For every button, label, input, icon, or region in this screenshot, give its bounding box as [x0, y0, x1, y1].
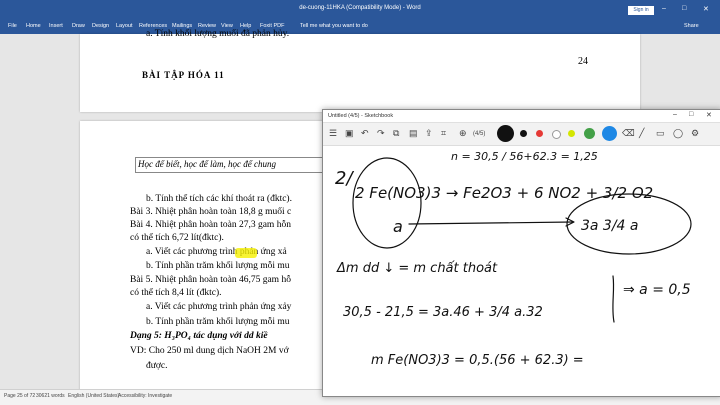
tell-me-search[interactable]: Tell me what you want to do — [300, 23, 368, 29]
ribbon-tabs: File Home Insert Draw Design Layout Refe… — [0, 21, 720, 34]
line-tool-icon[interactable]: ╱ — [639, 128, 644, 139]
copy-icon[interactable]: ⧉ — [393, 128, 399, 139]
menu-icon[interactable]: ☰ — [329, 128, 337, 139]
maximize-icon[interactable]: □ — [689, 111, 693, 118]
doc-line: Bài 5. Nhiệt phân hoàn toàn 46,75 gam hỗ — [130, 275, 291, 285]
banner-text: Học để biết, học để làm, học để chung — [138, 159, 276, 169]
doc-line: Bài 3. Nhiệt phân hoàn toàn 18,8 g muối … — [130, 207, 292, 217]
doc-line: có thể tích 6,72 lít(đktc). — [130, 233, 224, 243]
doc-heading: Dạng 5: H₃PO₄ tác dụng với dd kiề — [130, 331, 268, 341]
sign-in-button[interactable]: Sign in — [628, 6, 654, 15]
hw-arrow-line — [408, 221, 574, 225]
save-icon[interactable]: ▣ — [345, 128, 354, 139]
hw-brace — [612, 275, 615, 323]
doc-line: b. Tính phần trăm khối lượng mỗi mu — [146, 261, 290, 271]
tab-layout[interactable]: Layout — [116, 23, 133, 29]
sketchbook-toolbar: ☰ ▣ ↶ ↷ ⧉ ▤ ⇪ ⌗ ⊕ (4/5) ⌫ ╱ ▭ ◯ ⚙ — [323, 123, 720, 146]
color-yellow-swatch[interactable] — [568, 130, 575, 137]
sketchbook-title-bar: Untitled (4/5) - Sketchbook – □ ✕ — [323, 110, 720, 123]
hw-mass: m Fe(NO3)3 = 0,5.(56 + 62.3) = — [371, 353, 584, 368]
ellipse-tool-icon[interactable]: ◯ — [673, 128, 683, 139]
close-icon[interactable]: ✕ — [706, 111, 712, 119]
maximize-icon[interactable]: □ — [682, 5, 686, 12]
color-black-swatch[interactable] — [520, 130, 527, 137]
word-title-bar: de-cuong-11HKA (Compatibility Mode) - Wo… — [0, 0, 720, 21]
crop-icon[interactable]: ⌗ — [441, 128, 446, 139]
minimize-icon[interactable]: – — [673, 111, 677, 118]
tab-insert[interactable]: Insert — [49, 23, 63, 29]
hw-problem-number: 2/ — [335, 168, 354, 189]
hw-products: 3a 3/4 a — [581, 218, 639, 234]
doc-line: b. Tính phần trăm khối lượng mỗi mu — [146, 317, 290, 327]
doc-line: được. — [146, 361, 168, 371]
close-icon[interactable]: ✕ — [703, 5, 709, 13]
zoom-icon[interactable]: ⊕ — [459, 128, 467, 139]
share-button[interactable]: Share — [684, 23, 699, 29]
status-accessibility[interactable]: Accessibility: Investigate — [118, 393, 172, 399]
export-icon[interactable]: ⇪ — [425, 128, 433, 139]
sketchbook-window[interactable]: Untitled (4/5) - Sketchbook – □ ✕ ☰ ▣ ↶ … — [322, 109, 720, 397]
color-red-swatch[interactable] — [536, 130, 543, 137]
color-white-swatch[interactable] — [552, 130, 561, 139]
tab-home[interactable]: Home — [26, 23, 41, 29]
drawing-canvas[interactable]: 2/ n = 30,5 / 56+62.3 = 1,25 2 Fe(NO3)3 … — [323, 146, 720, 396]
color-green-swatch[interactable] — [584, 128, 595, 139]
handwriting-svg[interactable]: 2/ n = 30,5 / 56+62.3 = 1,25 2 Fe(NO3)3 … — [323, 146, 720, 396]
status-language[interactable]: English (United States) — [68, 393, 119, 399]
undo-icon[interactable]: ↶ — [361, 128, 369, 139]
cursor-highlight — [235, 248, 257, 258]
doc-line: a. Viết các phương trình phản ứng xả — [146, 247, 287, 257]
doc-top-line: a. Tính khối lượng muối đã phản hủy. — [146, 29, 290, 39]
doc-line: b. Tính thể tích các khí thoát ra (đktc)… — [146, 194, 292, 204]
tab-draw[interactable]: Draw — [72, 23, 85, 29]
sketchbook-title: Untitled (4/5) - Sketchbook — [328, 113, 394, 119]
page-number: 24 — [578, 56, 588, 67]
eraser-icon[interactable]: ⌫ — [622, 128, 635, 139]
doc-line: VD: Cho 250 ml dung dịch NaOH 2M vớ — [130, 346, 289, 356]
minimize-icon[interactable]: – — [662, 5, 666, 12]
window-title: de-cuong-11HKA (Compatibility Mode) - Wo… — [299, 5, 421, 11]
page-header-title: BÀI TẬP HÓA 11 — [142, 70, 225, 80]
hw-a: a — [393, 217, 403, 236]
tab-design[interactable]: Design — [92, 23, 109, 29]
tab-file[interactable]: File — [8, 23, 17, 29]
status-page[interactable]: Page 25 of 72 — [4, 393, 35, 399]
redo-icon[interactable]: ↷ — [377, 128, 385, 139]
doc-line: a. Viết các phương trình phản ứng xảy — [146, 302, 292, 312]
hw-n-line: n = 30,5 / 56+62.3 = 1,25 — [451, 150, 598, 163]
pen-tool-icon[interactable] — [497, 125, 514, 142]
hw-reaction: 2 Fe(NO3)3 → Fe2O3 + 6 NO2 + 3/2 O2 — [355, 184, 653, 202]
hw-circle-left — [352, 157, 422, 249]
paste-icon[interactable]: ▤ — [409, 128, 418, 139]
hw-result: ⇒ a = 0,5 — [623, 282, 691, 298]
rectangle-tool-icon[interactable]: ▭ — [656, 128, 665, 139]
document-page-previous: a. Tính khối lượng muối đã phản hủy. 24 … — [80, 29, 640, 112]
hw-delta-m: Δm dd ↓ = m chất thoát — [336, 261, 498, 276]
color-picker-icon[interactable] — [602, 126, 617, 141]
page-indicator: (4/5) — [473, 131, 486, 137]
status-words[interactable]: 30621 words — [36, 393, 65, 399]
doc-line: có thể tích 8,4 lít (đktc). — [130, 288, 222, 298]
hw-equation: 30,5 - 21,5 = 3a.46 + 3/4 a.32 — [343, 305, 543, 320]
doc-line: Bài 4. Nhiệt phân hoàn toàn 27,3 gam hỗn — [130, 220, 291, 230]
settings-icon[interactable]: ⚙ — [691, 128, 699, 139]
banner-box: Học để biết, học để làm, học để chung — [135, 157, 347, 173]
